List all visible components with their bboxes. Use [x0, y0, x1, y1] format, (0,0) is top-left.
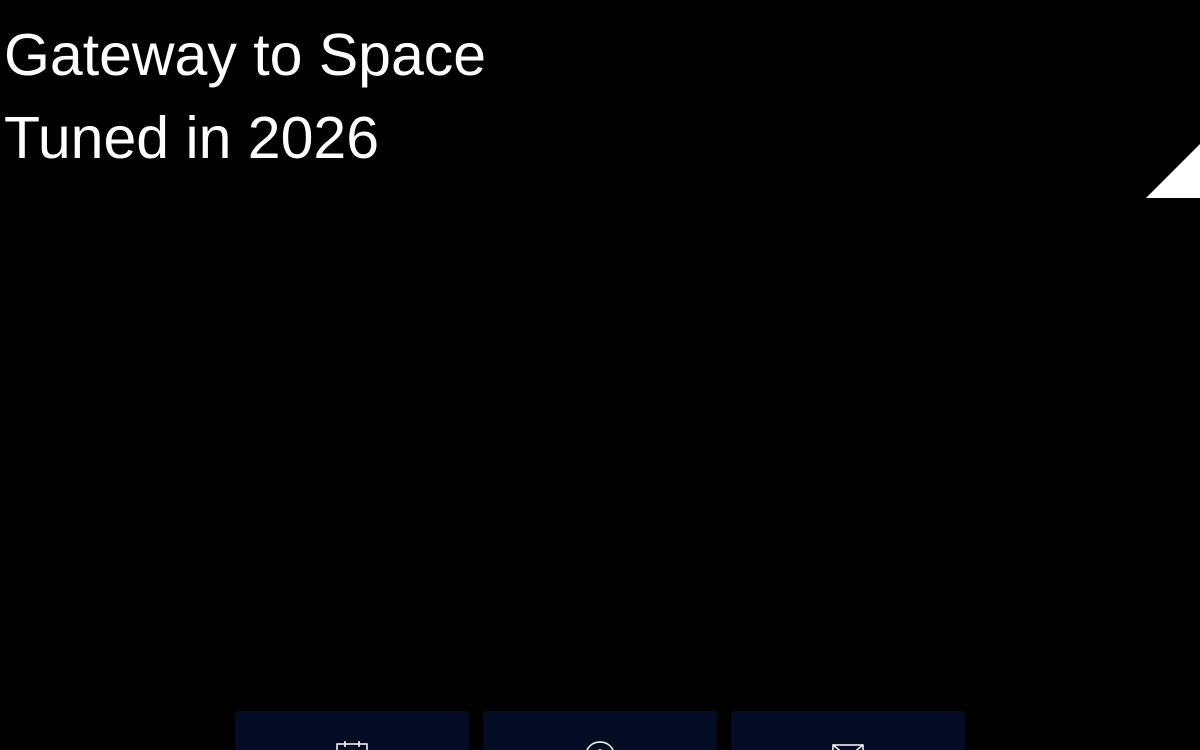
page: Gateway to Space Tuned in 2026: [0, 0, 1200, 750]
location-action-button[interactable]: [483, 711, 717, 750]
mail-action-button[interactable]: [731, 711, 965, 750]
calendar-icon: [336, 741, 368, 750]
hero-title-line-1: Gateway to Space: [4, 22, 487, 88]
location-pin-icon: [586, 741, 614, 750]
action-row: [235, 711, 965, 750]
calendar-action-button[interactable]: [235, 711, 469, 750]
hero-title: Gateway to Space Tuned in 2026: [4, 14, 486, 180]
hero-title-line-2: Tuned in 2026: [4, 105, 380, 171]
corner-triangle-shape: [1146, 144, 1200, 198]
mail-icon: [832, 744, 864, 750]
